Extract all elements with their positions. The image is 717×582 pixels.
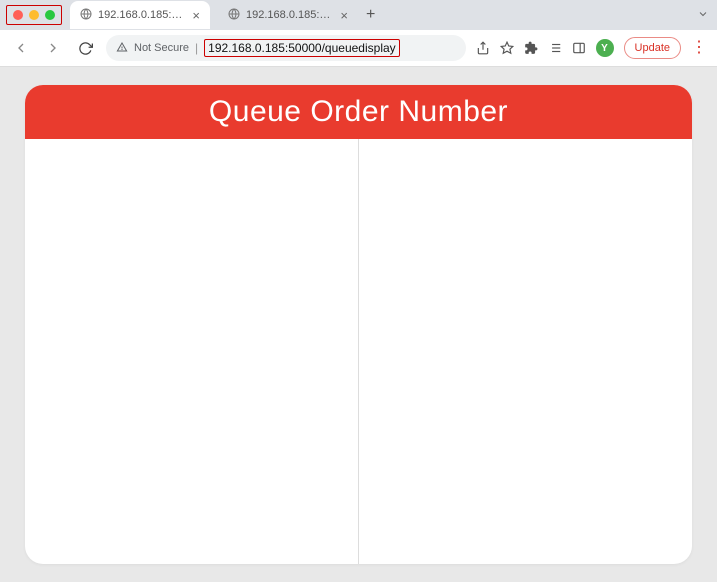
tab-active[interactable]: 192.168.0.185:50000/queuedi × [70, 1, 210, 29]
avatar-letter: Y [601, 43, 608, 54]
url-text: 192.168.0.185:50000/queuedisplay [204, 39, 400, 57]
back-button[interactable] [10, 40, 32, 56]
new-tab-button[interactable]: + [358, 6, 383, 24]
not-secure-label: Not Secure [134, 42, 189, 54]
queue-heading-text: Queue Order Number [209, 95, 508, 128]
address-input[interactable]: Not Secure | 192.168.0.185:50000/queuedi… [106, 35, 466, 61]
tab-title: 192.168.0.185:50000/queuedi [98, 9, 186, 21]
update-button[interactable]: Update [624, 37, 681, 59]
minimize-window-button[interactable] [29, 10, 39, 20]
update-label: Update [635, 42, 670, 54]
forward-button[interactable] [42, 40, 64, 56]
page-content: Queue Order Number [0, 67, 717, 582]
queue-column-left [25, 139, 359, 564]
tab-bar: 192.168.0.185:50000/queuedi × 192.168.0.… [0, 0, 717, 30]
browser-chrome: 192.168.0.185:50000/queuedi × 192.168.0.… [0, 0, 717, 67]
reload-button[interactable] [74, 41, 96, 56]
toolbar-actions: Y Update ⋮ [476, 37, 707, 59]
maximize-window-button[interactable] [45, 10, 55, 20]
globe-icon [80, 8, 92, 23]
extensions-icon[interactable] [524, 41, 538, 55]
tabs-dropdown-icon[interactable] [697, 7, 709, 23]
profile-avatar[interactable]: Y [596, 39, 614, 57]
share-icon[interactable] [476, 41, 490, 55]
queue-card: Queue Order Number [25, 85, 692, 564]
queue-body [25, 139, 692, 564]
globe-icon [228, 8, 240, 23]
queue-heading: Queue Order Number [25, 85, 692, 139]
bookmark-icon[interactable] [500, 41, 514, 55]
queue-column-right [359, 139, 692, 564]
close-tab-icon[interactable]: × [340, 9, 348, 22]
panel-icon[interactable] [572, 41, 586, 55]
reading-list-icon[interactable] [548, 41, 562, 55]
tab-inactive[interactable]: 192.168.0.185:50000/queueca × [218, 1, 358, 29]
window-traffic-lights [6, 5, 62, 25]
not-secure-icon [116, 41, 128, 56]
close-tab-icon[interactable]: × [192, 9, 200, 22]
tab-title: 192.168.0.185:50000/queueca [246, 9, 334, 21]
chrome-menu-icon[interactable]: ⋮ [691, 40, 707, 56]
address-bar-row: Not Secure | 192.168.0.185:50000/queuedi… [0, 30, 717, 66]
close-window-button[interactable] [13, 10, 23, 20]
